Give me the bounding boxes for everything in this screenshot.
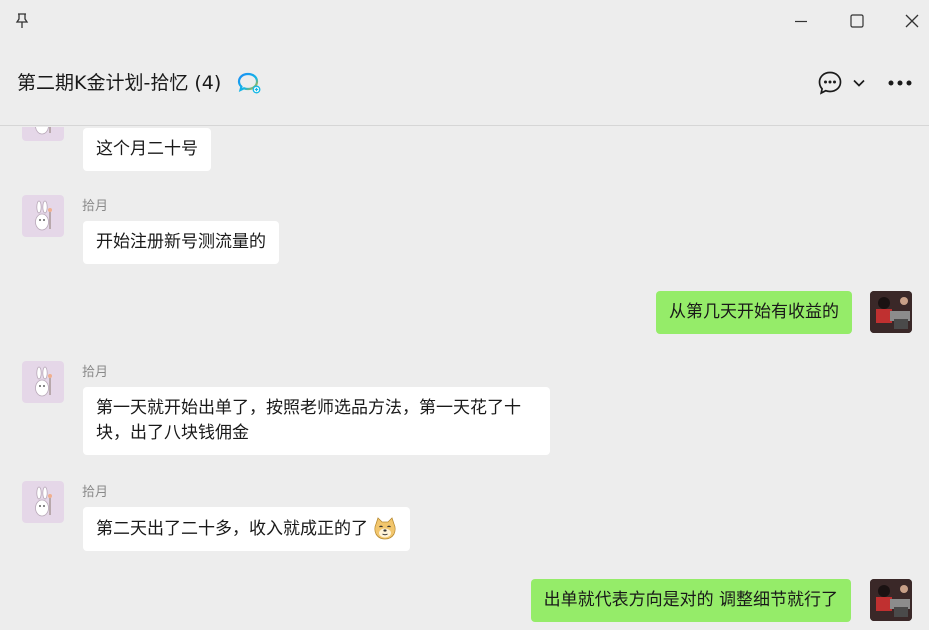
message-bubble[interactable]: 第一天就开始出单了，按照老师选品方法，第一天花了十 块，出了八块钱佣金 xyxy=(83,387,550,455)
message-bubble[interactable]: 从第几天开始有收益的 xyxy=(656,291,852,334)
maximize-icon[interactable] xyxy=(848,12,866,30)
message-text: 这个月二十号 xyxy=(96,139,198,159)
message-text: 第二天出了二十多，收入就成正的了 xyxy=(96,519,368,539)
user-photo-avatar xyxy=(870,579,912,621)
avatar[interactable] xyxy=(22,361,64,403)
minimize-icon[interactable] xyxy=(792,12,810,30)
rabbit-avatar-icon xyxy=(35,366,52,397)
message-text: 从第几天开始有收益的 xyxy=(669,302,839,322)
user-photo-avatar xyxy=(870,291,912,333)
group-chat-icon[interactable] xyxy=(237,72,261,94)
avatar[interactable] xyxy=(870,579,912,621)
message-text: 开始注册新号测流量的 xyxy=(96,232,266,252)
sender-name: 拾月 xyxy=(82,199,109,214)
avatar[interactable] xyxy=(22,127,64,141)
message-bubble[interactable]: 这个月二十号 xyxy=(83,128,211,171)
avatar[interactable] xyxy=(22,195,64,237)
rabbit-avatar-icon xyxy=(35,200,52,231)
message-bubble[interactable]: 出单就代表方向是对的 调整细节就行了 xyxy=(530,579,851,622)
pin-icon[interactable] xyxy=(14,12,30,30)
message-bubble[interactable]: 第二天出了二十多，收入就成正的了 xyxy=(83,507,411,551)
avatar[interactable] xyxy=(870,291,912,333)
sender-name: 拾月 xyxy=(82,365,109,380)
rabbit-avatar-icon xyxy=(35,127,51,135)
message-text: 出单就代表方向是对的 调整细节就行了 xyxy=(543,590,838,610)
message-text-line: 第一天就开始出单了，按照老师选品方法，第一天花了十 xyxy=(96,398,521,418)
rabbit-avatar-icon xyxy=(35,486,52,517)
sender-name: 拾月 xyxy=(82,485,109,500)
message-bubble[interactable]: 开始注册新号测流量的 xyxy=(83,221,279,264)
chat-bubble-icon[interactable] xyxy=(817,70,843,96)
close-icon[interactable] xyxy=(903,12,921,30)
message-list[interactable]: 这个月二十号 拾月 开始注册新号测流量的 从第几天开始有收益的 拾月 第一天就开… xyxy=(0,127,929,630)
more-icon[interactable] xyxy=(886,78,914,88)
avatar[interactable] xyxy=(22,481,64,523)
chat-header: 第二期K金计划-拾忆 (4) xyxy=(0,42,929,126)
chevron-down-icon[interactable] xyxy=(852,78,866,88)
title-bar xyxy=(0,0,929,42)
doge-face-emoji xyxy=(374,517,396,540)
chat-title: 第二期K金计划-拾忆 (4) xyxy=(17,72,222,94)
message-text-line: 块，出了八块钱佣金 xyxy=(96,423,249,443)
